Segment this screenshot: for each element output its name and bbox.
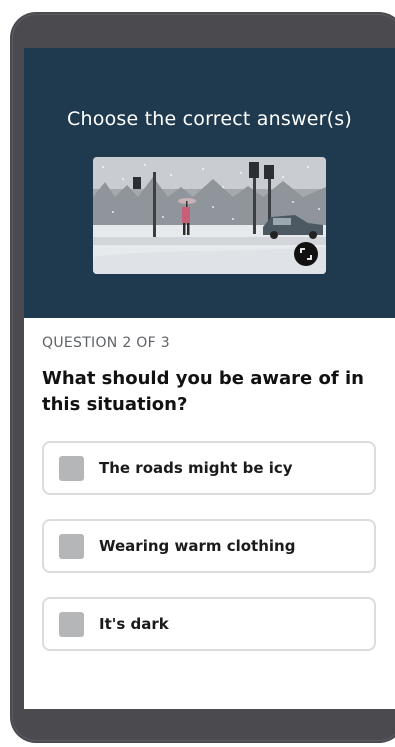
expand-image-button[interactable] bbox=[294, 242, 318, 266]
answer-option-2[interactable]: Wearing warm clothing bbox=[42, 519, 376, 573]
expand-icon bbox=[300, 248, 312, 260]
checkbox[interactable] bbox=[59, 612, 84, 637]
answer-option-1[interactable]: The roads might be icy bbox=[42, 441, 376, 495]
answer-option-label: Wearing warm clothing bbox=[99, 537, 296, 555]
answer-option-label: The roads might be icy bbox=[99, 459, 293, 477]
answer-option-label: It's dark bbox=[99, 615, 169, 633]
question-counter: QUESTION 2 OF 3 bbox=[42, 335, 170, 351]
checkbox[interactable] bbox=[59, 534, 84, 559]
question-text: What should you be aware of in this situ… bbox=[42, 368, 364, 415]
question-photo[interactable] bbox=[93, 157, 326, 274]
hero-panel: Choose the correct answer(s) bbox=[24, 48, 395, 318]
hero-title: Choose the correct answer(s) bbox=[67, 108, 352, 130]
checkbox[interactable] bbox=[59, 456, 84, 481]
snowy-street-photo-icon bbox=[93, 157, 326, 274]
question-header: QUESTION 2 OF 3 What should you be aware… bbox=[42, 335, 377, 418]
answer-options: The roads might be icy Wearing warm clot… bbox=[42, 441, 376, 675]
answer-option-3[interactable]: It's dark bbox=[42, 597, 376, 651]
